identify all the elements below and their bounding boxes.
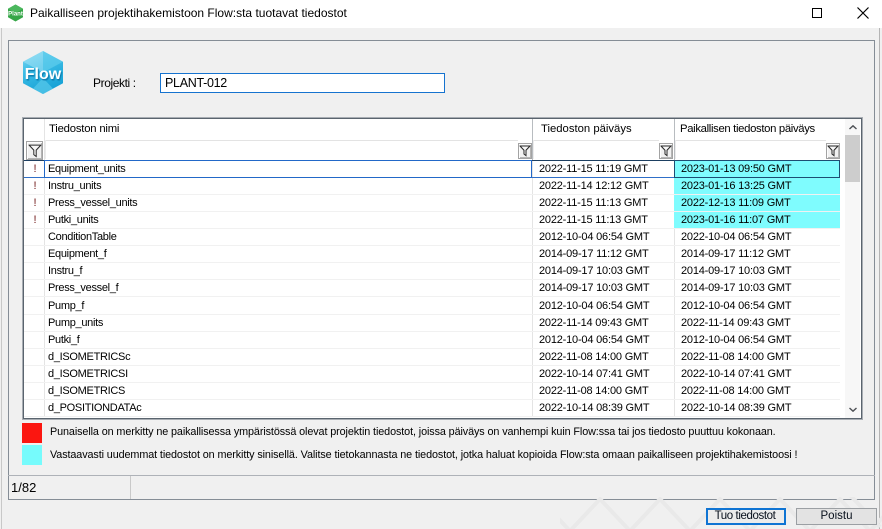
- svg-text:Flow: Flow: [25, 66, 62, 83]
- svg-text:Plant: Plant: [8, 12, 23, 18]
